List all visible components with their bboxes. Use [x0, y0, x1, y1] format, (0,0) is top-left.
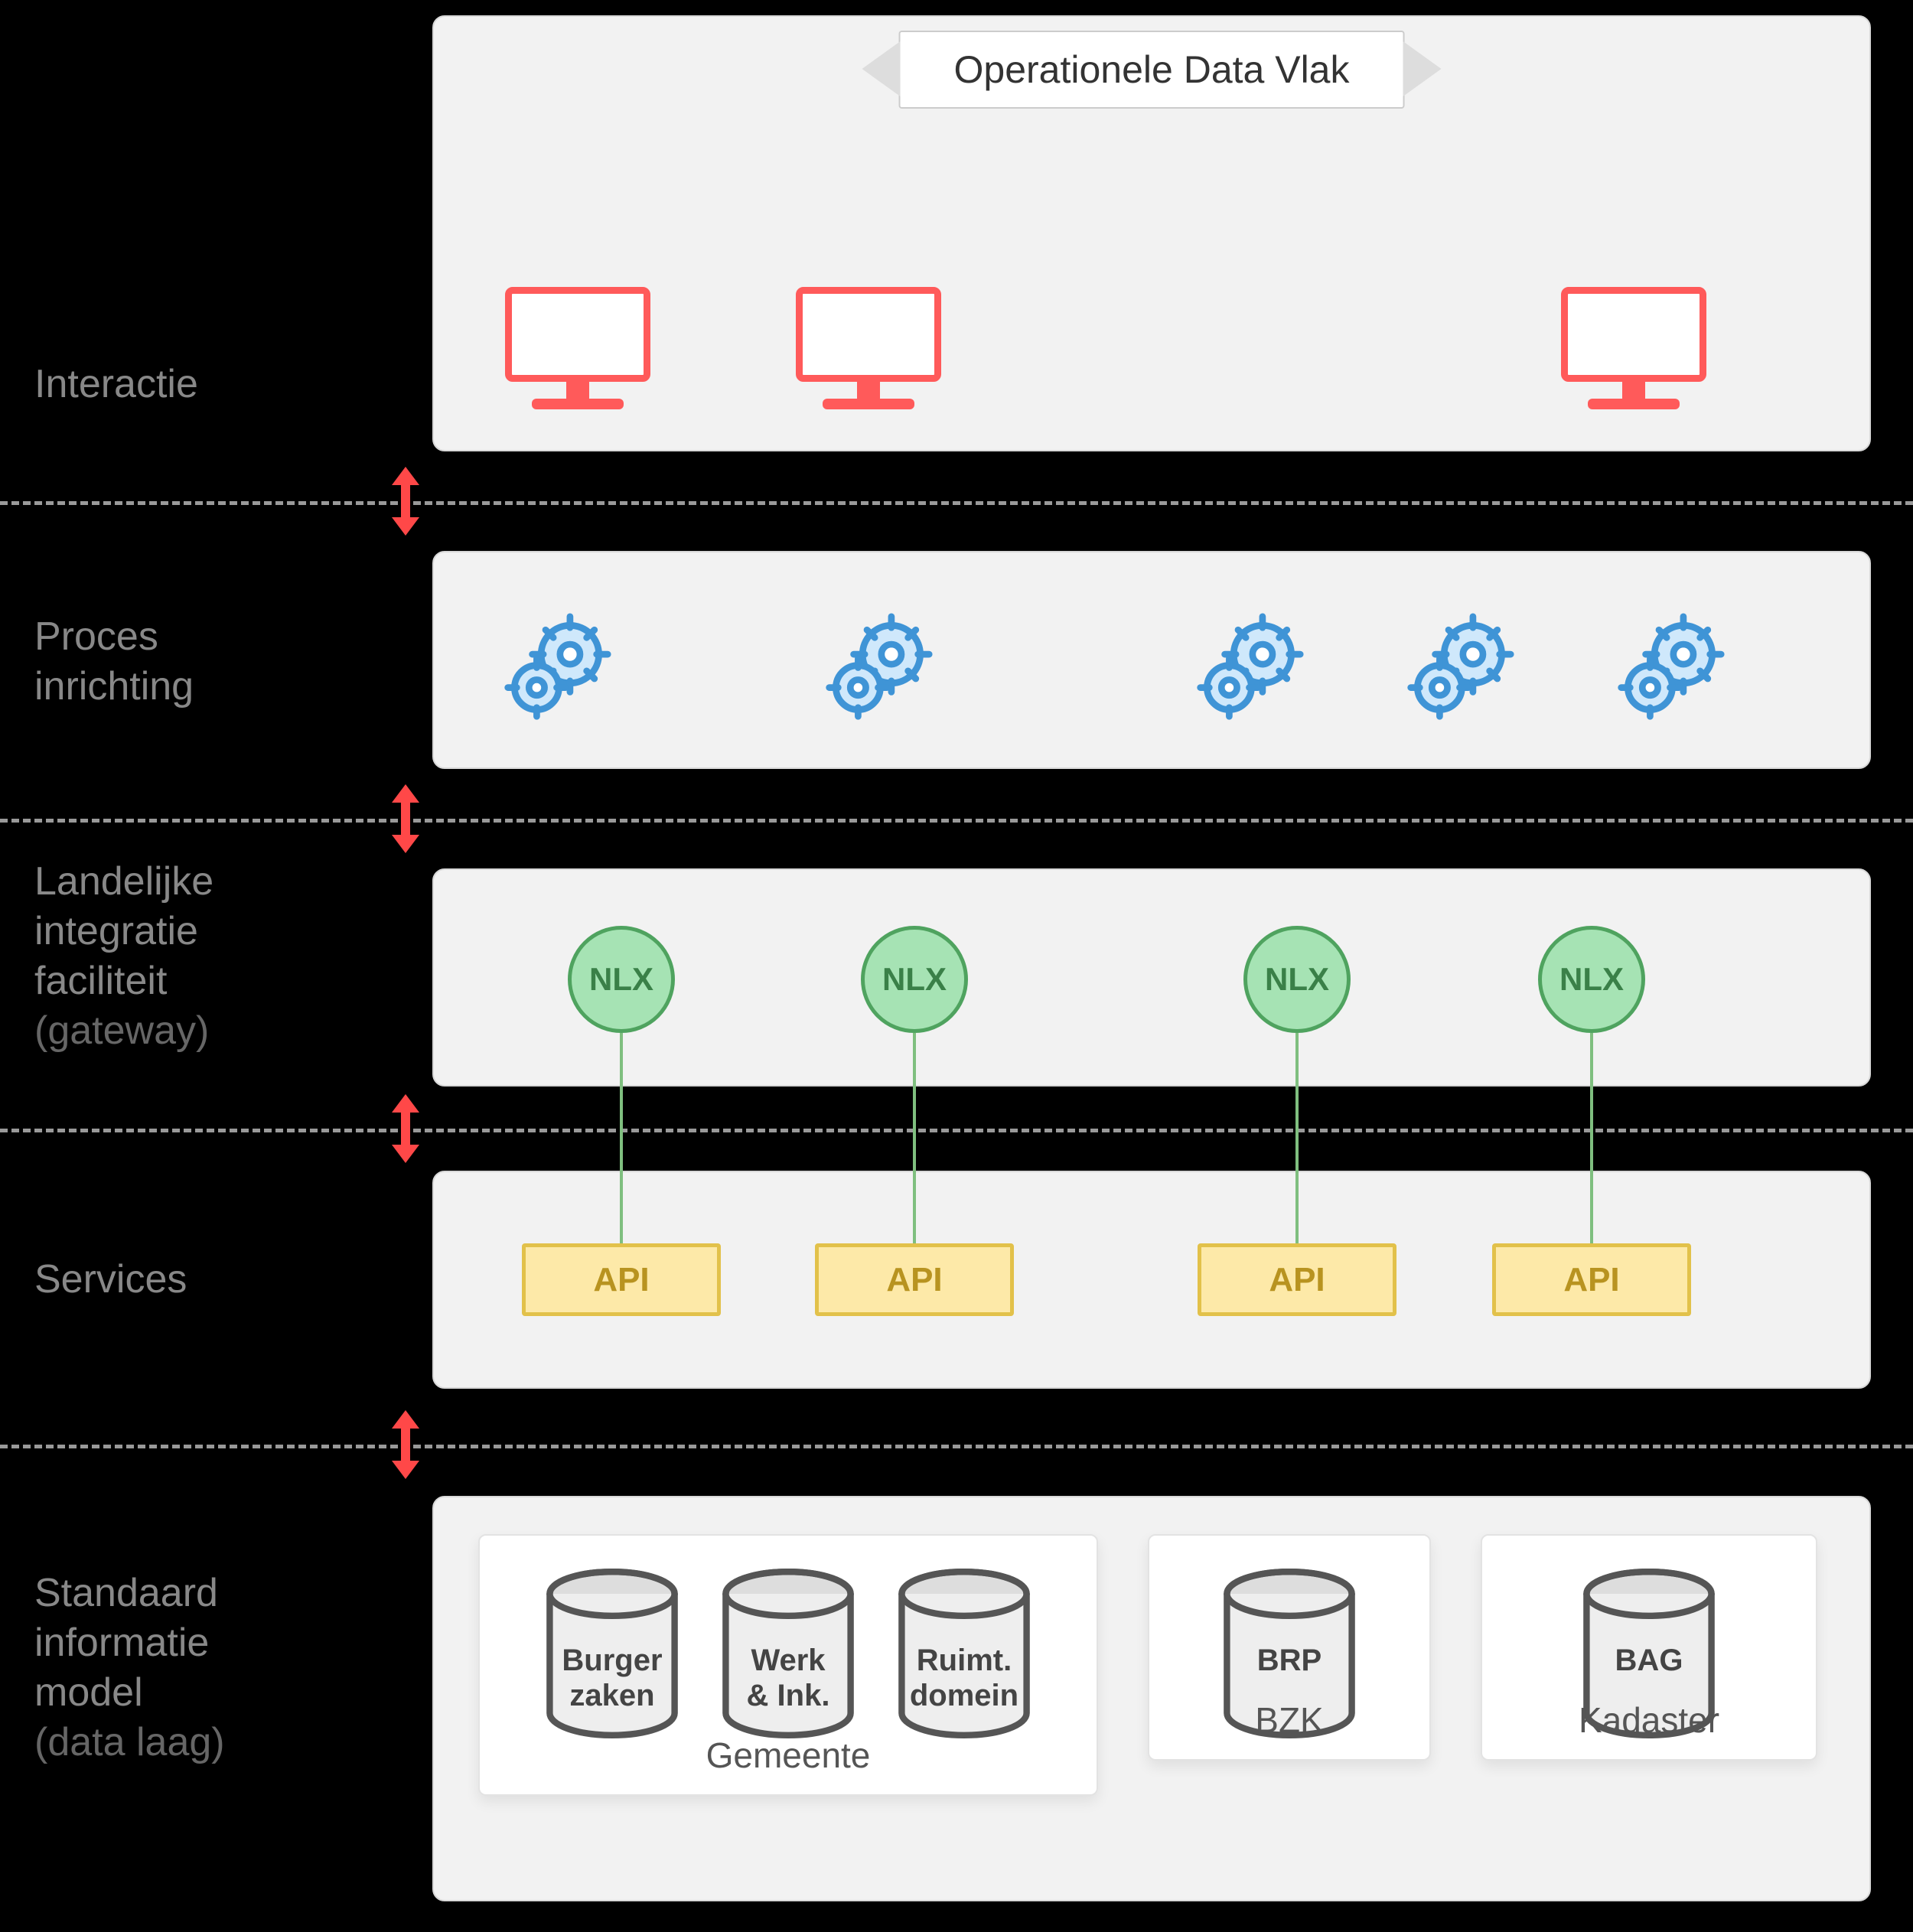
- divider-3: [0, 1129, 1913, 1132]
- nlx-label: NLX: [1265, 961, 1329, 998]
- card-kadaster: BAG Kadaster: [1481, 1534, 1817, 1761]
- api-label: API: [1563, 1261, 1619, 1299]
- api-box: API: [522, 1243, 721, 1316]
- arrow-icon: [392, 1406, 412, 1483]
- arrow-icon: [392, 463, 412, 539]
- nlx-connector: [620, 1033, 623, 1270]
- gears-icon: [1194, 612, 1305, 723]
- card-title: BZK: [1255, 1699, 1323, 1741]
- nlx-node: NLX: [1243, 926, 1351, 1033]
- label-data: Standaard informatie model (data laag): [34, 1569, 225, 1767]
- gears-icon: [823, 612, 934, 723]
- db-label: Werk & Ink.: [747, 1643, 830, 1713]
- db-label: Ruimt. domein: [910, 1643, 1018, 1713]
- nlx-connector: [1295, 1033, 1299, 1270]
- divider-2: [0, 819, 1913, 823]
- nlx-node: NLX: [1538, 926, 1645, 1033]
- gears-icon: [1615, 612, 1726, 723]
- api-label: API: [1269, 1261, 1325, 1299]
- card-title: Kadaster: [1579, 1699, 1719, 1741]
- api-box: API: [1492, 1243, 1691, 1316]
- monitor-icon: [796, 287, 941, 417]
- gears-icon: [501, 612, 612, 723]
- label-gateway-sub: (gateway): [34, 1008, 209, 1053]
- arrow-icon: [392, 1090, 412, 1167]
- nlx-connector: [913, 1033, 916, 1270]
- nlx-node: NLX: [861, 926, 968, 1033]
- label-gateway-main: Landelijke integratie faciliteit: [34, 859, 213, 1003]
- api-box: API: [815, 1243, 1014, 1316]
- card-gemeente: Burger zaken Werk & Ink. Ruimt. domein G…: [478, 1534, 1098, 1796]
- db-item: Ruimt. domein: [891, 1566, 1037, 1713]
- db-label: Burger zaken: [562, 1643, 662, 1713]
- label-proces: Proces inrichting: [34, 612, 194, 712]
- nlx-connector: [1590, 1033, 1593, 1270]
- nlx-label: NLX: [1559, 961, 1624, 998]
- card-bzk: BRP BZK: [1148, 1534, 1431, 1761]
- gears-icon: [1404, 612, 1515, 723]
- api-label: API: [886, 1261, 942, 1299]
- monitor-icon: [1561, 287, 1706, 417]
- label-interactie: Interactie: [34, 360, 198, 409]
- db-item: BRP: [1217, 1566, 1362, 1678]
- card-title: Gemeente: [706, 1735, 871, 1776]
- label-gateway: Landelijke integratie faciliteit (gatewa…: [34, 857, 213, 1056]
- divider-1: [0, 501, 1913, 505]
- banner-ribbon: Operationele Data Vlak: [899, 31, 1405, 109]
- db-item: Burger zaken: [539, 1566, 685, 1713]
- db-label: BRP: [1257, 1643, 1322, 1678]
- nlx-label: NLX: [882, 961, 947, 998]
- banner-title: Operationele Data Vlak: [899, 31, 1405, 109]
- label-data-main: Standaard informatie model: [34, 1571, 218, 1715]
- api-box: API: [1198, 1243, 1396, 1316]
- db-label: BAG: [1615, 1643, 1683, 1678]
- nlx-label: NLX: [589, 961, 653, 998]
- api-label: API: [593, 1261, 649, 1299]
- monitor-icon: [505, 287, 650, 417]
- db-item: BAG: [1576, 1566, 1722, 1678]
- label-data-sub: (data laag): [34, 1720, 225, 1764]
- nlx-node: NLX: [568, 926, 675, 1033]
- db-item: Werk & Ink.: [715, 1566, 861, 1713]
- divider-4: [0, 1445, 1913, 1448]
- label-services: Services: [34, 1255, 187, 1305]
- arrow-icon: [392, 780, 412, 857]
